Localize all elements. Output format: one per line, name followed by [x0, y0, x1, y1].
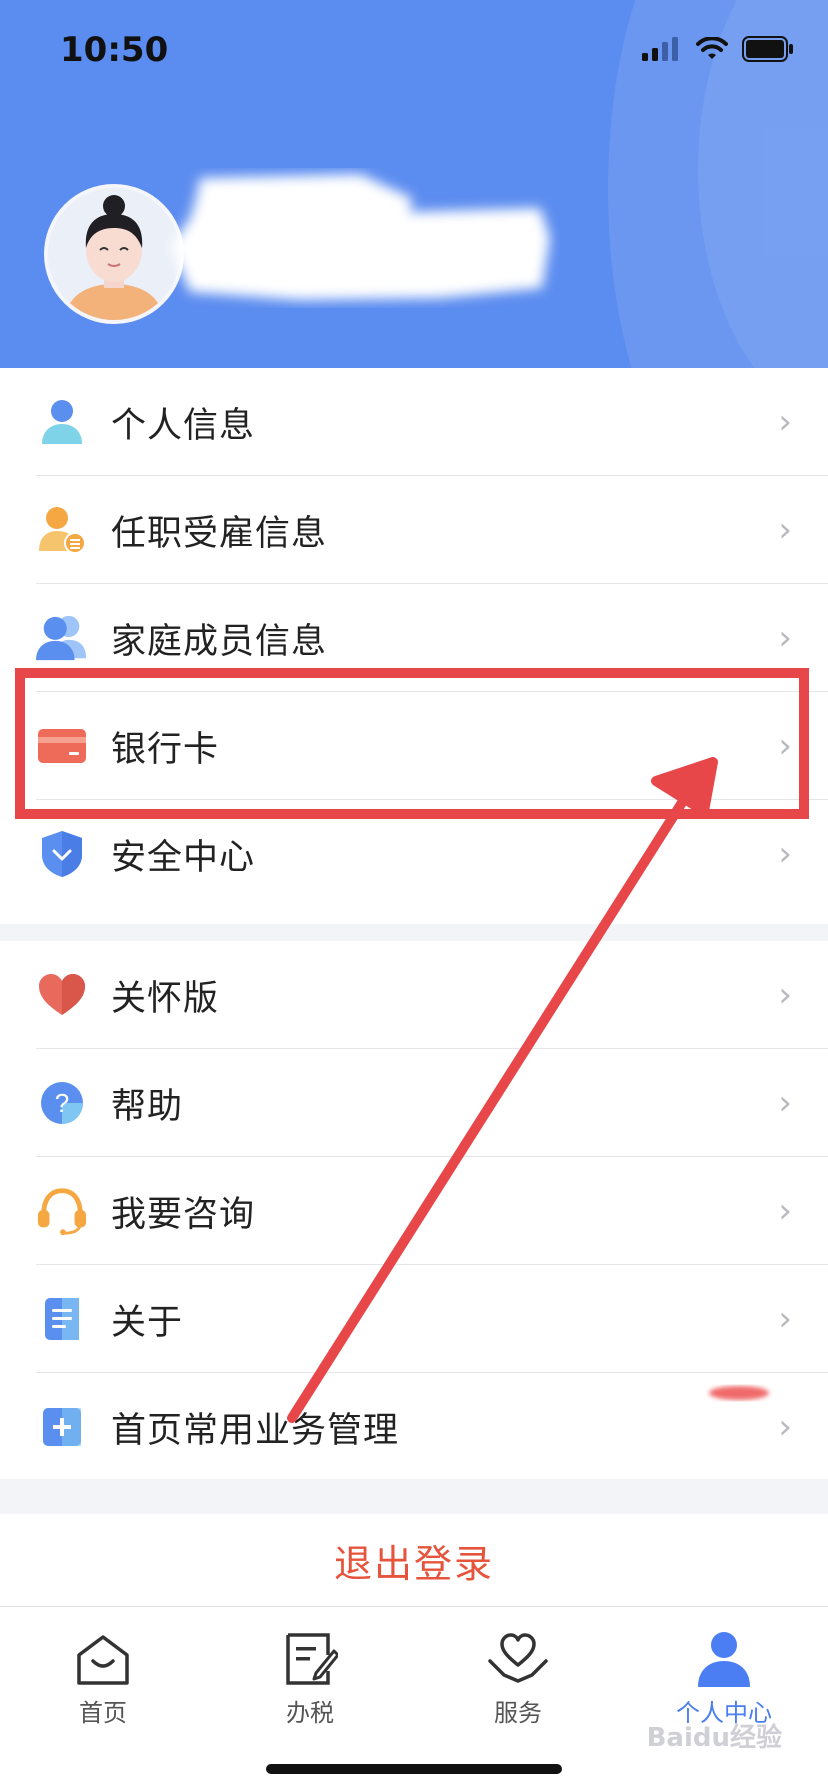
menu-item-label: 家庭成员信息 [111, 621, 328, 662]
menu-item-consult[interactable]: 我要咨询 › [0, 1157, 828, 1265]
family-icon [36, 612, 88, 664]
status-time: 10:50 [60, 30, 169, 70]
tab-service[interactable]: 服务 [448, 1625, 588, 1728]
help-icon: ? [36, 1077, 88, 1129]
menu-item-label: 关于 [111, 1302, 184, 1343]
menu-item-label: 个人信息 [111, 405, 256, 446]
menu-item-homepage-shortcuts[interactable]: 首页常用业务管理 › [0, 1373, 828, 1481]
logout-label: 退出登录 [333, 1541, 494, 1586]
status-icons [642, 36, 794, 62]
logout-button[interactable]: 退出登录 [0, 1514, 828, 1606]
service-heart-icon [448, 1625, 588, 1687]
svg-text:?: ? [55, 1088, 69, 1118]
home-indicator [266, 1764, 562, 1774]
chevron-right-icon: › [778, 402, 792, 442]
tab-label: 服务 [494, 1699, 542, 1727]
menu-item-personal-info[interactable]: 个人信息 › [0, 368, 828, 476]
person-icon [36, 396, 88, 448]
chevron-right-icon: › [778, 510, 792, 550]
menu-item-about[interactable]: 关于 › [0, 1265, 828, 1373]
profile-header: 10:50 [0, 0, 828, 368]
tab-personal-center[interactable]: 个人中心 [654, 1625, 794, 1728]
chevron-right-icon: › [778, 1299, 792, 1339]
menu-item-label: 关怀版 [111, 978, 220, 1019]
menu-item-label: 安全中心 [111, 837, 256, 878]
watermark: Baidu经验 [646, 1723, 782, 1753]
menu-group-support: 关怀版 › ? 帮助 › 我要咨询 › 关于 › 首页常用业务管理 › [0, 941, 828, 1479]
chevron-right-icon: › [778, 975, 792, 1015]
shield-icon [36, 828, 88, 880]
menu-item-help[interactable]: ? 帮助 › [0, 1049, 828, 1157]
redaction-smudge [709, 1386, 769, 1400]
tab-home[interactable]: 首页 [33, 1625, 173, 1728]
menu-item-label: 任职受雇信息 [111, 513, 328, 554]
heart-icon [36, 969, 88, 1021]
battery-icon [742, 36, 793, 62]
chevron-right-icon: › [778, 1407, 792, 1447]
headset-icon [36, 1185, 88, 1237]
plus-square-icon [36, 1401, 88, 1453]
menu-item-label: 帮助 [111, 1086, 184, 1127]
wifi-icon [696, 37, 728, 59]
tax-form-icon [240, 1625, 380, 1687]
tab-label: 首页 [79, 1699, 127, 1727]
tab-tax[interactable]: 办税 [240, 1625, 380, 1728]
cellular-signal-icon [642, 37, 678, 61]
chevron-right-icon: › [778, 1083, 792, 1123]
menu-item-label: 我要咨询 [111, 1194, 256, 1235]
menu-group-account: 个人信息 › 任职受雇信息 › 家庭成员信息 › 银行卡 › 安全中心 › [0, 368, 828, 924]
annotation-highlight-box [15, 668, 809, 819]
redacted-username [170, 174, 550, 300]
menu-item-employment-info[interactable]: 任职受雇信息 › [0, 476, 828, 584]
chevron-right-icon: › [778, 834, 792, 874]
document-icon [36, 1293, 88, 1345]
chevron-right-icon: › [778, 618, 792, 658]
personal-center-icon [654, 1625, 794, 1687]
chevron-right-icon: › [778, 1191, 792, 1231]
employment-icon [36, 504, 88, 556]
home-icon [33, 1625, 173, 1687]
tab-label: 办税 [286, 1699, 334, 1727]
menu-item-care-version[interactable]: 关怀版 › [0, 941, 828, 1049]
menu-item-label: 首页常用业务管理 [111, 1410, 400, 1451]
